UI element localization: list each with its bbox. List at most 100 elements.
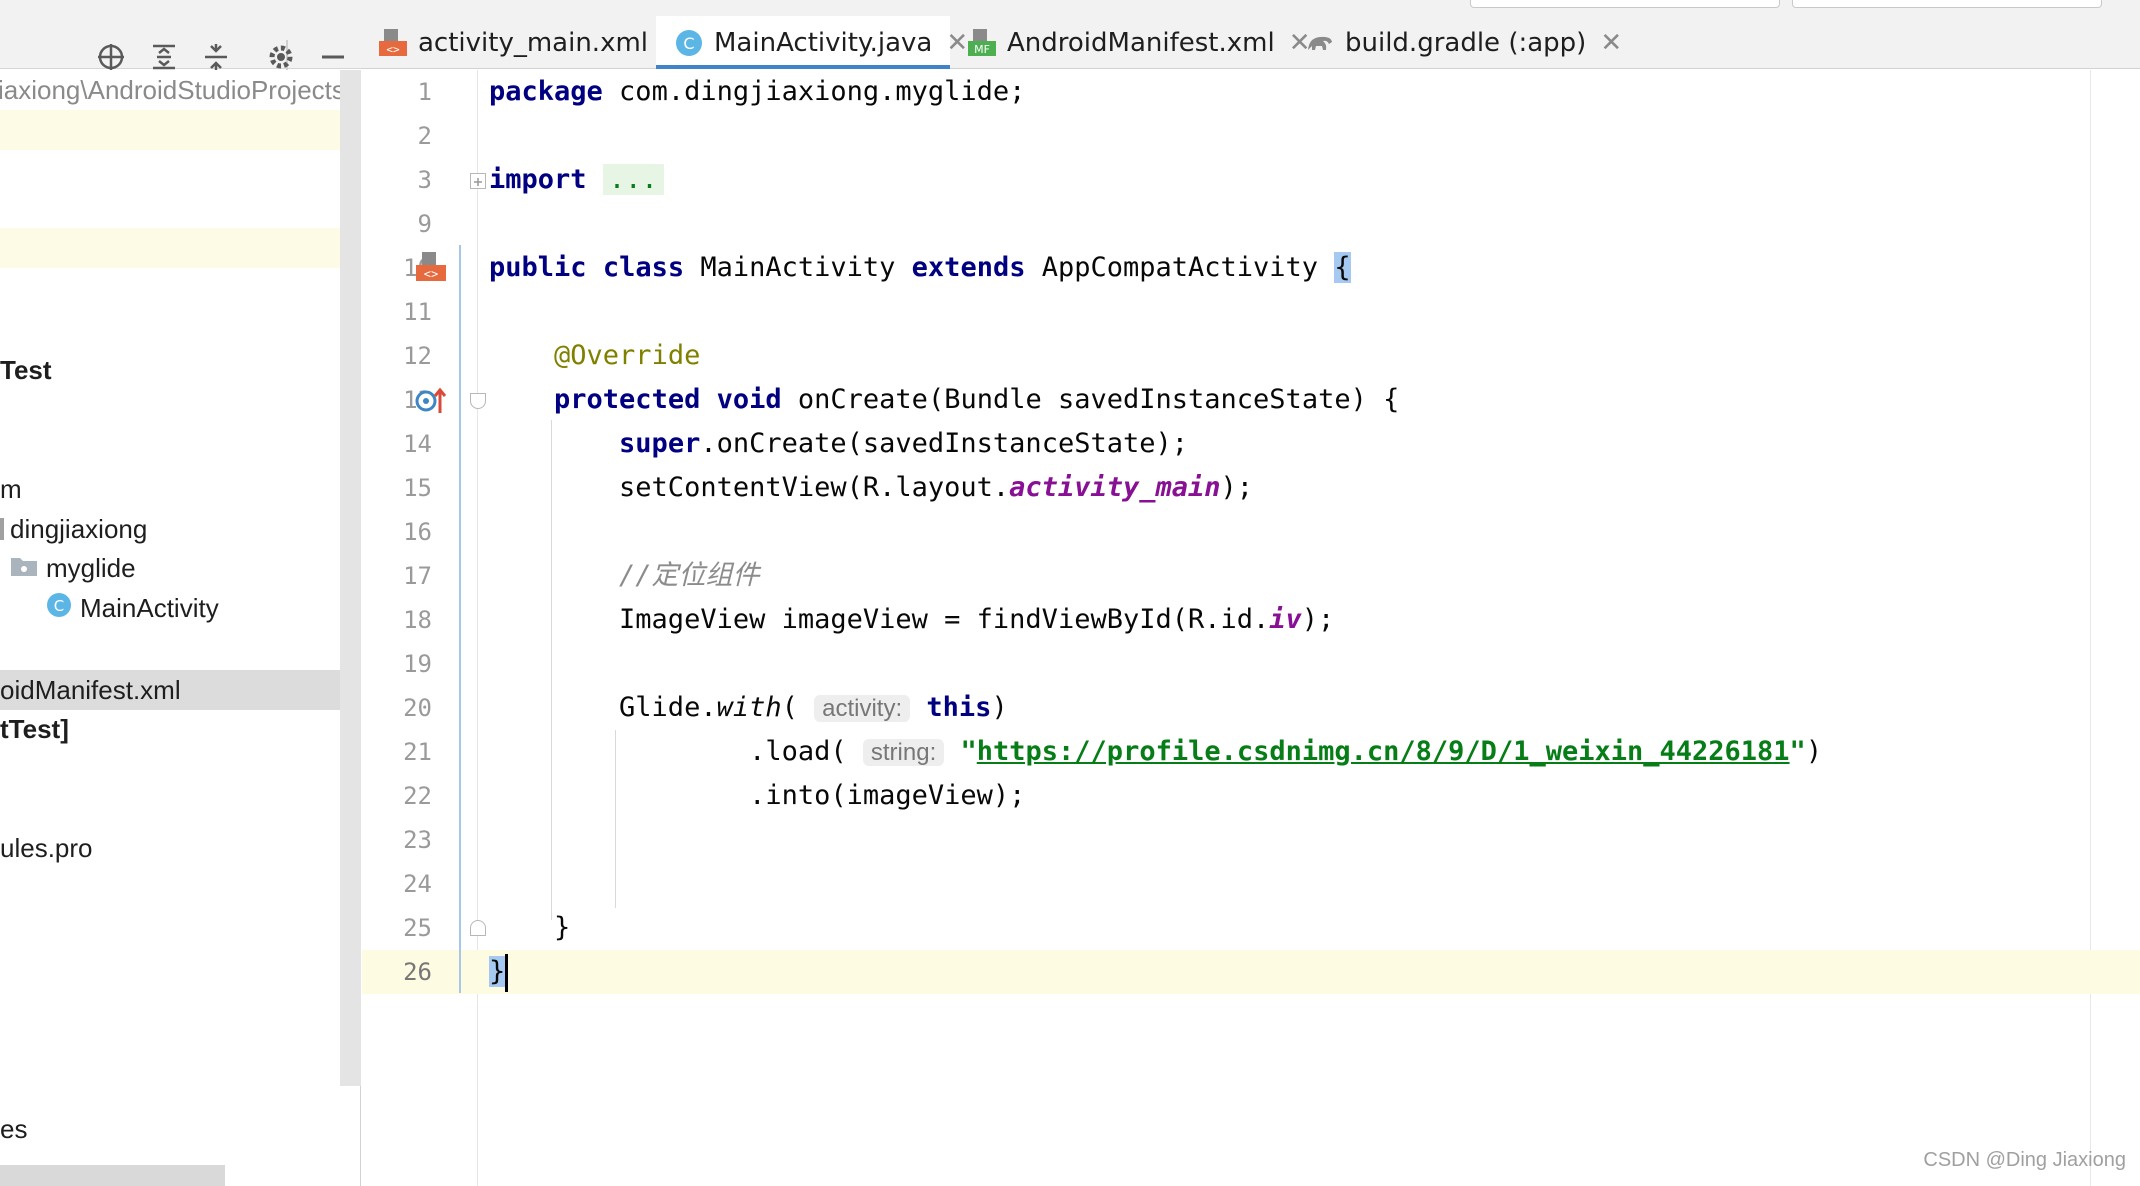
code-token: } xyxy=(489,912,571,943)
tree-item-class[interactable]: C MainActivity xyxy=(46,588,386,628)
code-token: com.dingjiaxiong.myglide; xyxy=(602,76,1026,107)
line-number[interactable]: 26 xyxy=(362,950,432,994)
code-token: .into(imageView); xyxy=(489,780,1026,811)
line-number[interactable]: 20 xyxy=(362,686,432,730)
tree-item[interactable]: tTest] xyxy=(0,709,340,749)
code-line[interactable]: 11 xyxy=(362,290,2140,334)
line-number[interactable]: 19 xyxy=(362,642,432,686)
line-number[interactable]: 25 xyxy=(362,906,432,950)
java-class-icon: C xyxy=(46,592,72,625)
code-token: class xyxy=(602,252,685,283)
minimize-icon[interactable] xyxy=(318,42,348,72)
code-token: extends xyxy=(911,252,1026,283)
code-token: } xyxy=(489,956,506,987)
gutter-change-marker xyxy=(459,245,461,993)
folder-icon xyxy=(10,553,38,584)
fold-expand-icon[interactable] xyxy=(470,173,486,189)
line-number[interactable]: 23 xyxy=(362,818,432,862)
code-token: public xyxy=(489,252,587,283)
code-line[interactable]: 10public class MainActivity extends AppC… xyxy=(362,246,2140,290)
line-number[interactable]: 22 xyxy=(362,774,432,818)
code-token: { xyxy=(1334,252,1351,283)
code-line[interactable]: 1 package com.dingjiaxiong.myglide; xyxy=(362,70,2140,114)
fold-end-icon[interactable] xyxy=(470,920,486,936)
tree-item-label: dingjiaxiong xyxy=(10,513,148,544)
line-number[interactable]: 15 xyxy=(362,466,432,510)
line-number[interactable]: 9 xyxy=(362,202,432,246)
code-line[interactable]: 9 xyxy=(362,202,2140,246)
xml-layout-icon: <> xyxy=(378,28,408,58)
gear-icon[interactable] xyxy=(266,42,296,72)
code-line[interactable]: 19 xyxy=(362,642,2140,686)
code-line[interactable]: 25 } xyxy=(362,906,2140,950)
line-number[interactable]: 24 xyxy=(362,862,432,906)
top-field-left[interactable] xyxy=(1470,0,1780,8)
fold-collapse-icon[interactable] xyxy=(470,393,486,409)
code-token: void xyxy=(716,384,782,415)
code-line[interactable]: 20 Glide.with( activity: this) xyxy=(362,686,2140,730)
line-number[interactable]: 2 xyxy=(362,114,432,158)
close-icon[interactable]: ✕ xyxy=(946,28,968,58)
tree-item[interactable]: ules.pro xyxy=(0,828,340,868)
code-token: ImageView imageView = findViewById(R.id. xyxy=(489,604,1270,635)
line-number[interactable]: 18 xyxy=(362,598,432,642)
locate-icon[interactable] xyxy=(96,42,126,72)
tree-item[interactable]: es xyxy=(0,1109,340,1149)
collapse-all-icon[interactable] xyxy=(201,42,231,72)
tab-activity-main-xml[interactable]: <> activity_main.xml ✕ xyxy=(378,16,684,69)
code-line[interactable]: 17 //定位组件 xyxy=(362,554,2140,598)
code-text: setContentView(R.layout.activity_main); xyxy=(489,466,1253,510)
code-line[interactable]: 12 @Override xyxy=(362,334,2140,378)
tab-android-manifest[interactable]: MF AndroidManifest.xml ✕ xyxy=(967,16,1310,69)
layout-link-icon[interactable]: <> xyxy=(414,250,448,288)
tab-label: MainActivity.java xyxy=(714,27,933,58)
tab-main-activity-java[interactable]: C MainActivity.java ✕ xyxy=(656,16,968,69)
line-number[interactable]: 16 xyxy=(362,510,432,554)
svg-text:MF: MF xyxy=(974,43,990,56)
line-number[interactable]: 12 xyxy=(362,334,432,378)
tab-build-gradle[interactable]: build.gradle (:app) ✕ xyxy=(1305,16,1622,69)
code-line[interactable]: 26} xyxy=(362,950,2140,994)
parameter-hint: string: xyxy=(862,739,945,766)
code-line[interactable]: 14 super.onCreate(savedInstanceState); xyxy=(362,422,2140,466)
top-field-right[interactable] xyxy=(1792,0,2102,8)
line-number[interactable]: 3 xyxy=(362,158,432,202)
code-token: protected xyxy=(554,384,701,415)
tree-item-package[interactable]: dingjiaxiong xyxy=(0,509,340,549)
code-line[interactable]: 2 xyxy=(362,114,2140,158)
project-toolbar xyxy=(0,16,361,76)
expand-all-icon[interactable] xyxy=(149,42,179,72)
code-token: .onCreate(savedInstanceState); xyxy=(700,428,1188,459)
tree-item[interactable]: oidManifest.xml xyxy=(0,670,340,710)
code-token: with xyxy=(716,692,782,723)
override-method-icon[interactable] xyxy=(414,386,448,420)
line-number[interactable]: 1 xyxy=(362,70,432,114)
sidebar-horizontal-scrollbar[interactable] xyxy=(0,1165,225,1186)
code-token: ( xyxy=(781,692,815,723)
project-path: iaxiong\AndroidStudioProjects\ xyxy=(0,74,353,105)
code-line[interactable]: 13 protected void onCreate(Bundle savedI… xyxy=(362,378,2140,422)
code-line[interactable]: 23 xyxy=(362,818,2140,862)
close-icon[interactable]: ✕ xyxy=(1600,28,1622,58)
line-number[interactable]: 17 xyxy=(362,554,432,598)
tree-item-package[interactable]: myglide xyxy=(10,548,350,588)
code-text: } xyxy=(489,950,509,994)
svg-text:C: C xyxy=(683,34,694,53)
code-line[interactable]: 21 .load( string: "https://profile.csdni… xyxy=(362,730,2140,774)
tree-item[interactable]: Test xyxy=(0,350,340,390)
code-line[interactable]: 15 setContentView(R.layout.activity_main… xyxy=(362,466,2140,510)
sidebar-scrollbar[interactable] xyxy=(340,70,361,1086)
code-line[interactable]: 22 .into(imageView); xyxy=(362,774,2140,818)
code-line[interactable]: 18 ImageView imageView = findViewById(R.… xyxy=(362,598,2140,642)
tree-item[interactable]: m xyxy=(0,469,340,509)
code-text: import ... xyxy=(489,158,664,202)
code-line[interactable]: 16 xyxy=(362,510,2140,554)
manifest-icon: MF xyxy=(967,28,997,58)
line-number[interactable]: 21 xyxy=(362,730,432,774)
line-number[interactable]: 14 xyxy=(362,422,432,466)
code-line[interactable]: 3 import ... xyxy=(362,158,2140,202)
code-line[interactable]: 24 xyxy=(362,862,2140,906)
code-token: ) xyxy=(1805,736,1823,767)
line-number[interactable]: 11 xyxy=(362,290,432,334)
